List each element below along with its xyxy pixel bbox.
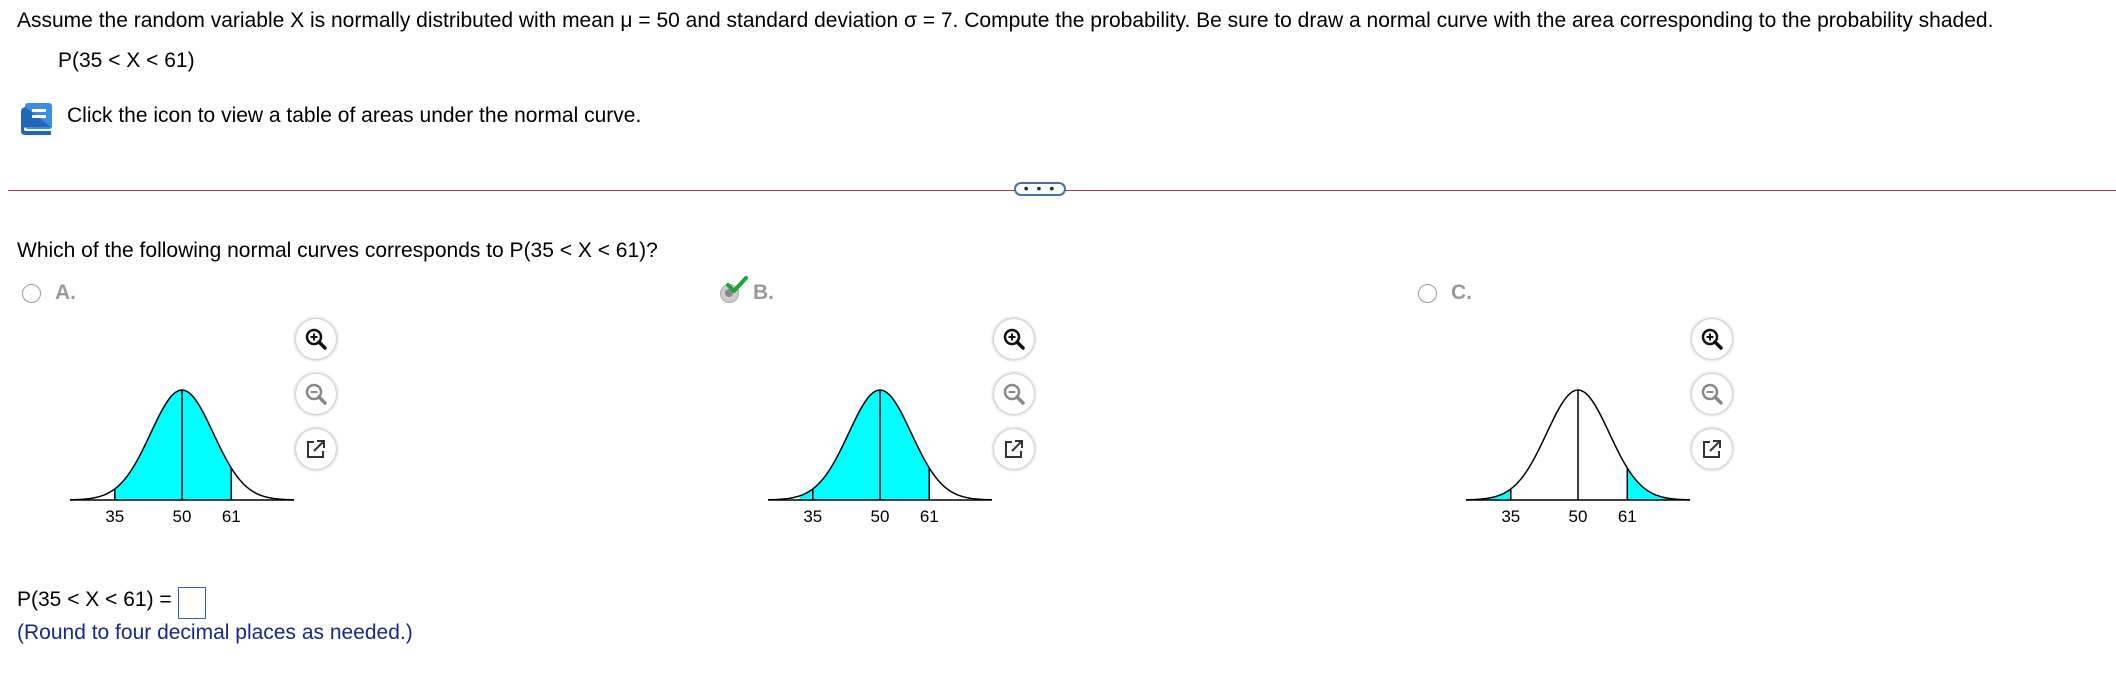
question-text: Assume the random variable X is normally…	[17, 9, 1994, 32]
shaded-area	[114, 390, 232, 500]
option-a[interactable]: A. 35 50 61	[22, 280, 722, 550]
popout-button[interactable]	[1692, 429, 1732, 469]
zoom-in-icon	[1701, 328, 1723, 350]
tick-label-61: 61	[920, 507, 939, 526]
zoom-out-icon	[1003, 383, 1025, 405]
option-c-curve: 35 50 61	[1465, 389, 1691, 526]
sub-question: Which of the following normal curves cor…	[17, 239, 658, 262]
tick-label-50: 50	[871, 507, 890, 526]
option-b[interactable]: B. 35 50 61	[720, 276, 1420, 550]
popout-button[interactable]	[994, 429, 1034, 469]
zoom-out-button[interactable]	[296, 374, 336, 414]
popout-button[interactable]	[296, 429, 336, 469]
option-b-label: B.	[753, 281, 774, 304]
zoom-out-button[interactable]	[1692, 374, 1732, 414]
option-a-curve: 35 50 61	[69, 389, 295, 526]
tick-label-50: 50	[1569, 507, 1588, 526]
option-a-radio[interactable]	[22, 284, 41, 303]
tick-label-35: 35	[1501, 507, 1520, 526]
option-a-label: A.	[55, 281, 76, 304]
popout-icon	[1005, 440, 1023, 458]
option-c-radio[interactable]	[1418, 284, 1437, 303]
more-button[interactable]: • • •	[1014, 181, 1066, 196]
zoom-out-icon	[1701, 383, 1723, 405]
popout-icon	[307, 440, 325, 458]
probability-expression: P(35 < X < 61)	[58, 49, 195, 72]
option-b-curve: 35 50 61	[767, 389, 993, 526]
option-c-label: C.	[1451, 281, 1472, 304]
zoom-in-icon	[305, 328, 327, 350]
tick-label-61: 61	[222, 507, 241, 526]
zoom-out-icon	[305, 383, 327, 405]
rounding-note: (Round to four decimal places as needed.…	[17, 621, 413, 644]
zoom-in-button[interactable]	[1692, 319, 1732, 359]
tick-label-61: 61	[1618, 507, 1637, 526]
option-c[interactable]: C. 35 50 61	[1418, 280, 2116, 550]
tick-label-35: 35	[105, 507, 124, 526]
book-icon[interactable]	[20, 102, 56, 136]
table-hint-link[interactable]: Click the icon to view a table of areas …	[67, 104, 641, 128]
checkmark-icon	[726, 276, 748, 293]
zoom-in-icon	[1003, 328, 1025, 350]
popout-icon	[1703, 440, 1721, 458]
zoom-in-button[interactable]	[296, 319, 336, 359]
answer-input[interactable]	[178, 587, 206, 619]
tick-label-35: 35	[803, 507, 822, 526]
tick-label-50: 50	[173, 507, 192, 526]
zoom-out-button[interactable]	[994, 374, 1034, 414]
answer-label: P(35 < X < 61) =	[17, 588, 172, 611]
zoom-in-button[interactable]	[994, 319, 1034, 359]
